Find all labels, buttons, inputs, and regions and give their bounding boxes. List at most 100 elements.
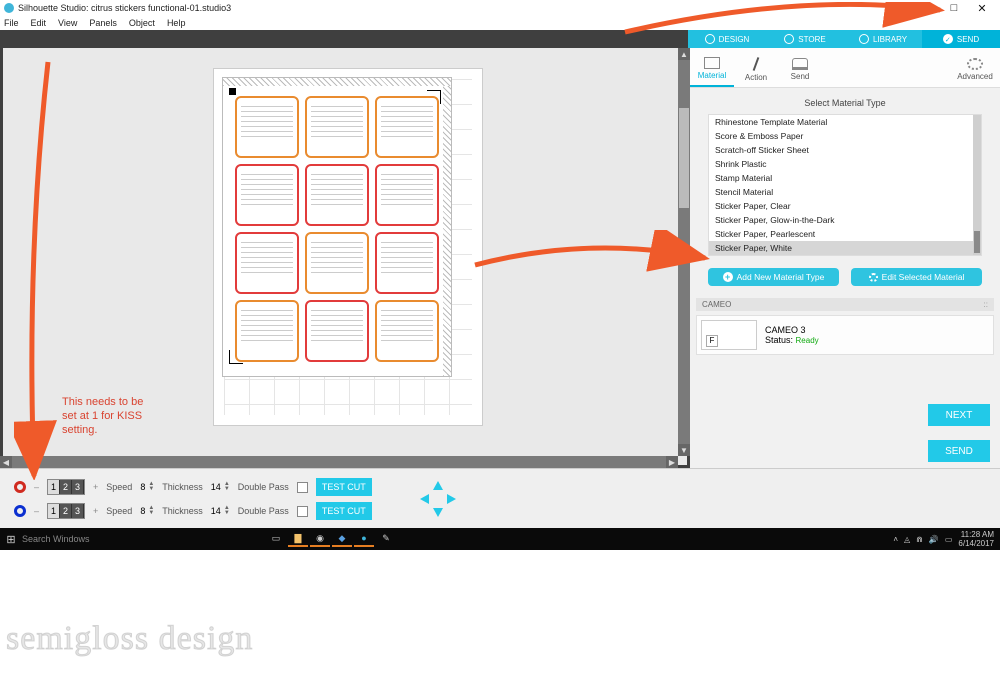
speed-spinner[interactable]: 8▲▼: [140, 482, 154, 492]
nav-tab-store[interactable]: STORE: [766, 30, 844, 48]
panel-tab-action[interactable]: Action: [734, 52, 778, 87]
material-list[interactable]: Rhinestone Template MaterialScore & Embo…: [709, 115, 981, 255]
sticker[interactable]: [375, 300, 439, 362]
next-button[interactable]: NEXT: [928, 404, 990, 426]
blade-selector[interactable]: 123: [47, 503, 85, 519]
material-item[interactable]: Sticker Paper, White: [709, 241, 981, 255]
material-item[interactable]: Rhinestone Template Material: [709, 115, 981, 129]
test-cut-button[interactable]: TEST CUT: [316, 478, 372, 496]
jog-up[interactable]: [433, 481, 443, 490]
start-button[interactable]: ⊞: [0, 533, 22, 546]
double-pass-label: Double Pass: [238, 506, 289, 516]
panel-tab-material[interactable]: Material: [690, 52, 734, 87]
horizontal-scrollbar[interactable]: ◀ ▶: [0, 456, 678, 468]
edit-material-button[interactable]: Edit Selected Material: [851, 268, 982, 286]
minimize-button[interactable]: —: [912, 2, 940, 14]
nav-tab-library[interactable]: LIBRARY: [844, 30, 922, 48]
menu-panels[interactable]: Panels: [89, 18, 117, 28]
tray-volume-icon[interactable]: 🔊: [929, 535, 939, 544]
menu-view[interactable]: View: [58, 18, 77, 28]
design-page[interactable]: [222, 77, 452, 377]
nav-tab-send[interactable]: ✓SEND: [922, 30, 1000, 48]
material-item[interactable]: Stamp Material: [709, 171, 981, 185]
material-item[interactable]: Stencil Material: [709, 185, 981, 199]
app-icon-2[interactable]: ✎: [376, 531, 396, 547]
add-material-button[interactable]: +Add New Material Type: [708, 268, 839, 286]
silhouette-icon[interactable]: ●: [354, 531, 374, 547]
material-item[interactable]: Shrink Plastic: [709, 157, 981, 171]
speed-spinner[interactable]: 8▲▼: [140, 506, 154, 516]
explorer-icon[interactable]: ▇: [288, 531, 308, 547]
app-icon-1[interactable]: ◆: [332, 531, 352, 547]
send-button[interactable]: SEND: [928, 440, 990, 462]
menu-file[interactable]: File: [4, 18, 19, 28]
material-item[interactable]: Scratch-off Sticker Sheet: [709, 143, 981, 157]
tray-wifi-icon[interactable]: ⋒: [916, 535, 923, 544]
sticker[interactable]: [235, 232, 299, 294]
scroll-up-arrow[interactable]: ▲: [678, 48, 690, 60]
sticker[interactable]: [305, 164, 369, 226]
menu-help[interactable]: Help: [167, 18, 186, 28]
jog-down[interactable]: [433, 508, 443, 517]
work-area: ▲ ▼ ◀ ▶ Material Action Send Advanced Se…: [0, 48, 1000, 468]
thickness-label: Thickness: [162, 506, 203, 516]
sticker[interactable]: [305, 300, 369, 362]
taskbar-clock[interactable]: 11:28 AM 6/14/2017: [958, 530, 994, 548]
sticker[interactable]: [375, 232, 439, 294]
device-row[interactable]: F CAMEO 3 Status: Ready: [696, 315, 994, 355]
menu-edit[interactable]: Edit: [31, 18, 47, 28]
thickness-spinner[interactable]: 14▲▼: [211, 482, 230, 492]
store-icon: [784, 34, 794, 44]
menu-object[interactable]: Object: [129, 18, 155, 28]
material-item[interactable]: Score & Emboss Paper: [709, 129, 981, 143]
pass-row: –123+Speed8▲▼Thickness14▲▼Double PassTES…: [0, 499, 1000, 523]
send-panel: Material Action Send Advanced Select Mat…: [690, 48, 1000, 468]
tray-action-icon[interactable]: ▭: [945, 535, 953, 544]
window-title: Silhouette Studio: citrus stickers funct…: [18, 3, 231, 13]
tray-chevron-icon[interactable]: ˄: [893, 535, 898, 544]
pass-color-dot[interactable]: [14, 505, 26, 517]
maximize-button[interactable]: □: [940, 2, 968, 14]
double-pass-checkbox[interactable]: [297, 482, 308, 493]
jog-left[interactable]: [420, 494, 429, 504]
sticker[interactable]: [235, 300, 299, 362]
material-item[interactable]: Sticker Paper, Pearlescent: [709, 227, 981, 241]
material-item[interactable]: Sticker Paper, Glow-in-the-Dark: [709, 213, 981, 227]
material-icon: [704, 57, 720, 69]
scroll-right-arrow[interactable]: ▶: [666, 456, 678, 468]
thickness-label: Thickness: [162, 482, 203, 492]
nav-tab-design[interactable]: DESIGN: [688, 30, 766, 48]
material-list-scrollbar[interactable]: [973, 115, 981, 255]
scroll-down-arrow[interactable]: ▼: [678, 444, 690, 456]
top-toolbar: DESIGN STORE LIBRARY ✓SEND: [0, 30, 1000, 48]
jog-right[interactable]: [447, 494, 456, 504]
chrome-icon[interactable]: ◉: [310, 531, 330, 547]
design-icon: [705, 34, 715, 44]
material-item[interactable]: Sticker Paper, Clear: [709, 199, 981, 213]
close-button[interactable]: ✕: [968, 2, 996, 15]
tray-network-icon[interactable]: ◬: [904, 535, 910, 544]
sticker[interactable]: [235, 164, 299, 226]
window-titlebar: Silhouette Studio: citrus stickers funct…: [0, 0, 1000, 16]
sticker[interactable]: [375, 96, 439, 158]
taskbar-search[interactable]: Search Windows: [22, 534, 242, 544]
scroll-thumb[interactable]: [679, 108, 689, 208]
library-icon: [859, 34, 869, 44]
vertical-scrollbar[interactable]: ▲ ▼: [678, 48, 690, 456]
thickness-spinner[interactable]: 14▲▼: [211, 506, 230, 516]
sticker[interactable]: [305, 232, 369, 294]
sticker[interactable]: [375, 164, 439, 226]
device-bar[interactable]: CAMEO::: [696, 298, 994, 311]
jog-control[interactable]: [420, 481, 456, 517]
pass-color-dot[interactable]: [14, 481, 26, 493]
panel-tab-send[interactable]: Send: [778, 52, 822, 87]
scroll-left-arrow[interactable]: ◀: [0, 456, 12, 468]
double-pass-checkbox[interactable]: [297, 506, 308, 517]
taskview-icon[interactable]: ▭: [266, 531, 286, 547]
sticker[interactable]: [305, 96, 369, 158]
panel-tab-advanced[interactable]: Advanced: [950, 52, 1000, 87]
test-cut-button[interactable]: TEST CUT: [316, 502, 372, 520]
blade-selector[interactable]: 123: [47, 479, 85, 495]
sticker[interactable]: [235, 96, 299, 158]
windows-taskbar[interactable]: ⊞ Search Windows ▭ ▇ ◉ ◆ ● ✎ ˄ ◬ ⋒ 🔊 ▭ 1…: [0, 528, 1000, 550]
